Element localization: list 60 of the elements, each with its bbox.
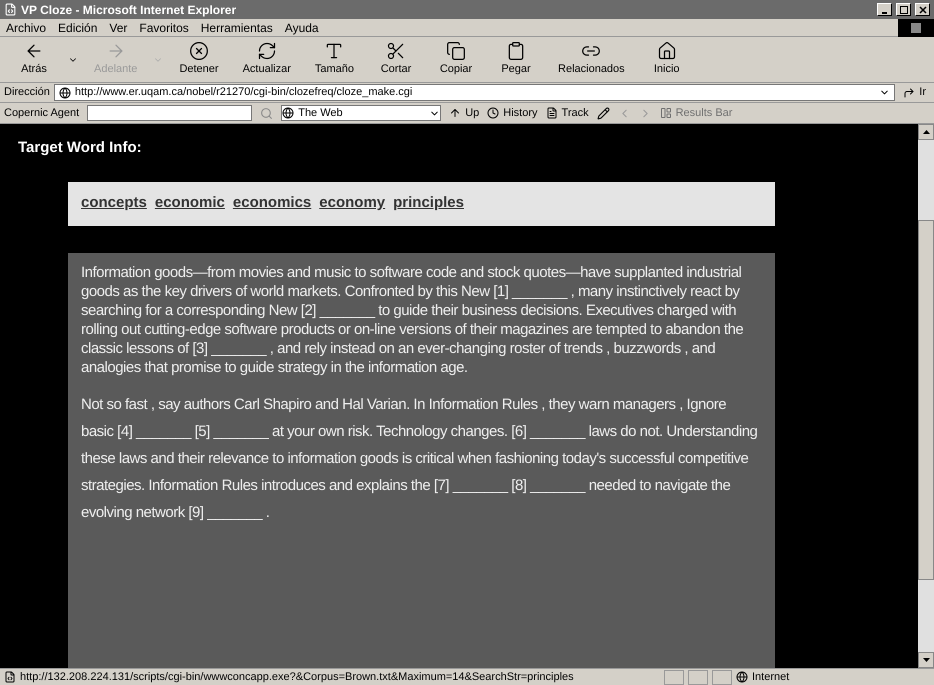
pencil-icon[interactable]: [596, 106, 610, 120]
home-icon: [656, 41, 677, 62]
target-word-link[interactable]: concepts: [81, 192, 147, 215]
agent-button[interactable]: Track: [546, 104, 589, 122]
toolbar-button[interactable]: Pegar: [490, 41, 542, 78]
results-bar-icon: [660, 107, 672, 119]
go-arrow-icon: [903, 86, 916, 98]
agent-button[interactable]: Up: [449, 104, 480, 122]
track-document-icon: [546, 107, 558, 119]
stop-icon: [189, 41, 209, 62]
globe-icon: [736, 671, 748, 683]
toolbar-button[interactable]: Tamaño: [306, 41, 362, 78]
toolbar-button[interactable]: Actualizar: [234, 41, 299, 78]
ie-page-icon: [4, 3, 17, 16]
clipboard-icon: [506, 41, 526, 62]
page-icon: [58, 86, 71, 98]
address-field[interactable]: http://www.er.uqam.ca/nobel/r21270/cgi-bin/clozefreq/cloze_make.cgi: [54, 84, 896, 101]
maximize-icon[interactable]: [896, 3, 911, 16]
copernic-label: Copernic Agent: [4, 106, 80, 121]
zone-text: Internet: [752, 670, 790, 685]
page-heading: Target Word Info:: [18, 138, 143, 158]
passage-paragraph: Not so fast , say authors Carl Shapiro and Hal Varian. In Information Rules , they warn managers , Ignore basic [4] _______ [5] _______ at your own risk. Technology changes. [6] _______ laws do not. Understanding these laws and their relevance to information goods is critical when fashioning today's successful competitive strategies. Information Rules introduces and explains the [7] _______ [8] _______ needed to navigate the evolving network [9] _______ .: [81, 394, 758, 522]
menu-item[interactable]: Ver: [103, 18, 134, 36]
toolbar-button[interactable]: Inicio: [640, 41, 693, 78]
target-word-link[interactable]: economic: [154, 192, 225, 215]
font-size-icon: [324, 41, 344, 62]
target-word-link[interactable]: economy: [319, 192, 386, 215]
toolbar-button[interactable]: Copiar: [430, 41, 482, 78]
menu-item[interactable]: Favoritos: [133, 18, 195, 36]
page-icon: [4, 671, 16, 683]
copy-icon: [446, 41, 466, 62]
go-button[interactable]: Ir: [899, 84, 930, 101]
history-clock-icon: [487, 107, 500, 119]
status-text: http://132.208.224.131/scripts/cgi-bin/wwwconcapp.exe?&Corpus=Brown.txt&Maximum=14&SearchStr=principles: [20, 670, 575, 685]
menu-item[interactable]: Archivo: [0, 18, 52, 36]
target-word-link[interactable]: economics: [232, 192, 312, 215]
windows-logo-icon: [898, 18, 934, 36]
scrollbar[interactable]: [918, 124, 934, 668]
scissors-icon: [386, 41, 406, 62]
agent-button[interactable]: History: [487, 104, 538, 122]
down-arrow-icon[interactable]: [922, 658, 930, 662]
close-icon[interactable]: [915, 3, 930, 16]
address-label: Dirección: [4, 85, 50, 100]
menu-item[interactable]: Edición: [52, 18, 104, 36]
up-arrow-icon[interactable]: [922, 130, 930, 134]
engine-dropdown[interactable]: The Web: [281, 105, 442, 121]
globe-icon: [282, 107, 294, 119]
menu-item[interactable]: Herramientas: [194, 18, 279, 36]
toolbar-button[interactable]: Atrás: [8, 41, 60, 78]
passage-paragraph: Information goods—from movies and music to software code and stock quotes—have supplanted industrial goods as the key drivers of world markets. Confronted by this New [1] _______ , many instinctively react by searching for a corresponding New [2] _______ to guide their business decisions. Executives charged with rolling out cutting-edge software products or on-line versions of their magazines are tempted to abandon the classic lessons of [3] _______ , and rely instead on an ever-changing roster of trends , buzzwords , and analogies that promise to guide strategy in the information age.: [81, 262, 744, 376]
refresh-icon: [256, 41, 277, 62]
toolbar-button[interactable]: Cortar: [370, 41, 422, 78]
target-word-link[interactable]: principles: [393, 192, 464, 215]
minimize-icon[interactable]: [877, 3, 892, 16]
up-arrow-icon: [449, 107, 462, 119]
window-title: VP Cloze - Microsoft Internet Explorer: [21, 2, 238, 18]
toolbar-button[interactable]: Relacionados: [550, 41, 633, 78]
menu-item[interactable]: Ayuda: [278, 18, 325, 36]
search-field[interactable]: [87, 105, 252, 121]
toolbar-button[interactable]: Detener: [171, 41, 227, 78]
